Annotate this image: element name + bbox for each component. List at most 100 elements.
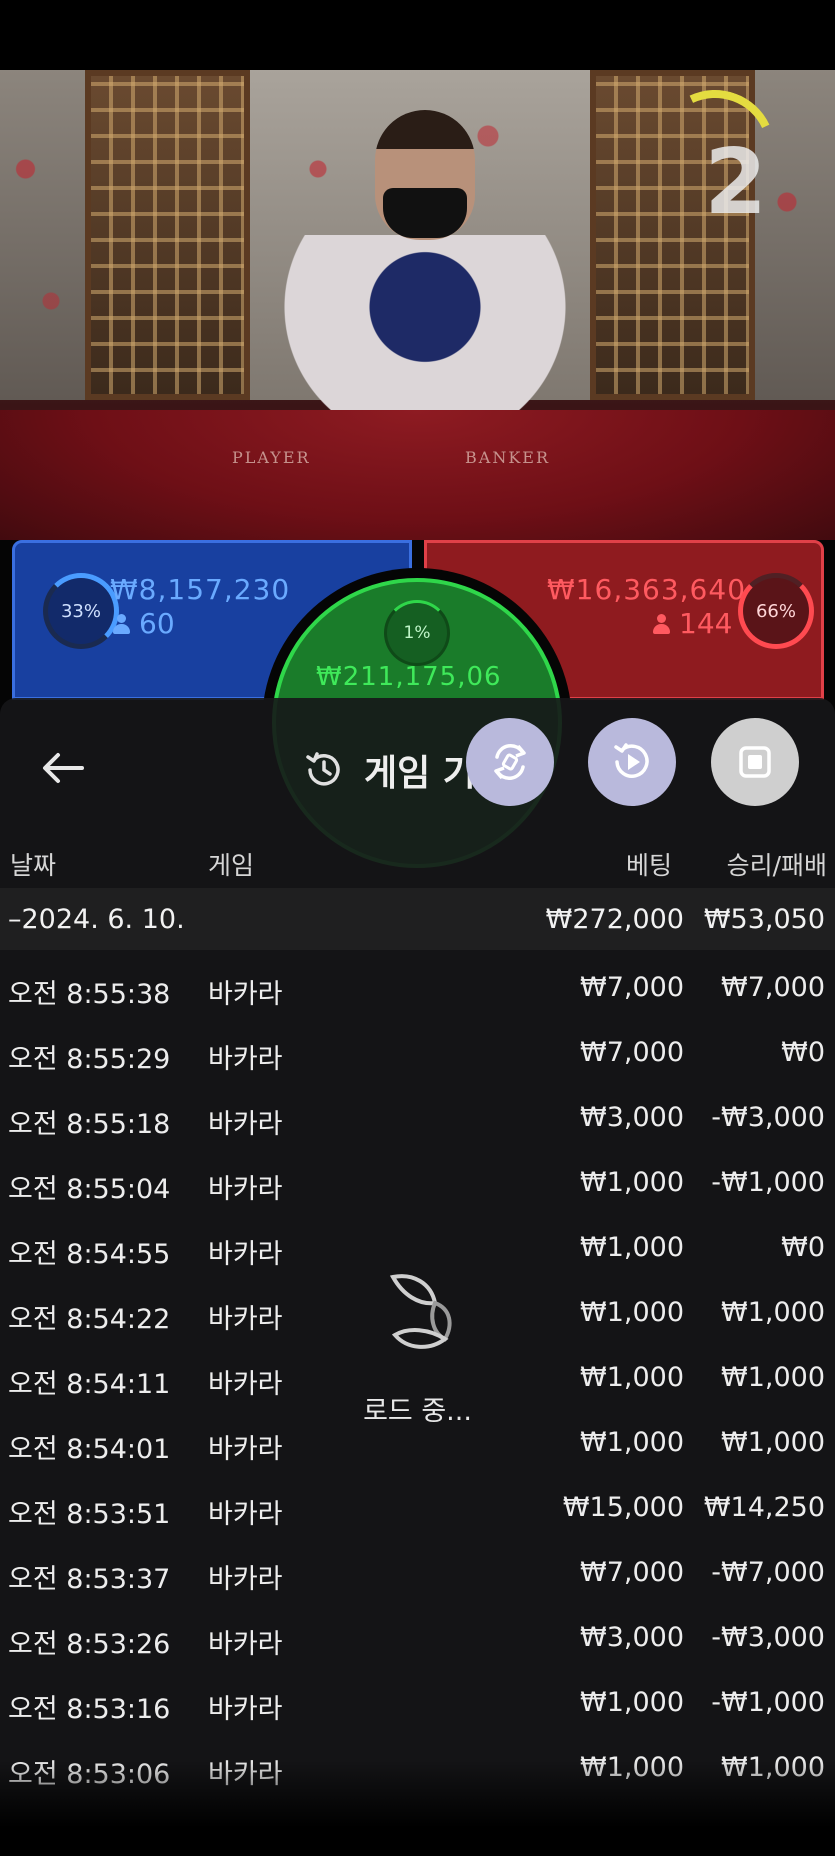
day-total-bet: ₩272,000 [545,904,684,935]
live-video-feed: PLAYER BANKER 2 [0,70,835,550]
row-game: 바카라 [208,1109,283,1140]
person-icon [653,613,670,634]
history-row[interactable]: 오전 8:55:38 바카라 ₩7,000 ₩7,000 [0,950,835,1015]
day-total-win-loss: ₩53,050 [703,904,825,935]
lattice-screen [85,70,250,400]
column-header-game: 게임 [208,851,255,880]
player-total-amount: ₩8,157,230 [110,573,291,606]
column-header-win-loss: 승리/패배 [726,851,827,880]
row-time: 오전 8:54:11 [8,1369,171,1400]
row-win-loss: -₩3,000 [711,1102,825,1133]
row-game: 바카라 [208,1564,283,1595]
row-bet: ₩7,000 [580,1037,684,1068]
sheet-title-text: 게임 기 [364,753,476,794]
row-game: 바카라 [208,1174,283,1205]
row-bet: ₩7,000 [580,1557,684,1588]
row-win-loss: ₩7,000 [721,972,825,1003]
stop-button[interactable] [711,718,799,806]
row-bet: ₩1,000 [580,1687,684,1718]
row-time: 오전 8:53:51 [8,1499,171,1530]
felt-player-label: PLAYER [232,448,311,467]
row-win-loss: ₩0 [781,1232,825,1263]
row-time: 오전 8:53:37 [8,1564,171,1595]
row-win-loss: -₩1,000 [711,1167,825,1198]
replay-button[interactable] [588,718,676,806]
row-time: 오전 8:54:55 [8,1239,171,1270]
history-row[interactable]: 오전 8:53:37 바카라 ₩7,000 -₩7,000 [0,1535,835,1600]
switch-table-button[interactable] [466,718,554,806]
tie-percent-ring: 1% [384,600,450,666]
banker-count-value: 144 [679,607,733,640]
history-row[interactable]: 오전 8:55:29 바카라 ₩7,000 ₩0 [0,1015,835,1080]
player-percent-ring: 33% [43,573,119,649]
row-game: 바카라 [208,979,283,1010]
row-game: 바카라 [208,1044,283,1075]
arrow-left-icon [43,753,84,783]
row-win-loss: -₩7,000 [711,1557,825,1588]
stop-icon [739,746,771,778]
player-count-value: 60 [139,607,175,640]
row-time: 오전 8:54:01 [8,1434,171,1465]
row-win-loss: -₩1,000 [711,1687,825,1718]
row-time: 오전 8:55:18 [8,1109,171,1140]
loading-text: 로드 중... [363,1396,472,1427]
day-summary-row[interactable]: –2024. 6. 10. ₩272,000 ₩53,050 [0,888,835,950]
replay-icon [614,743,649,778]
row-bet: ₩7,000 [580,972,684,1003]
row-time: 오전 8:55:04 [8,1174,171,1205]
column-header-date: 날짜 [10,851,57,880]
tie-total-amount: ₩211,175,06 [316,662,502,692]
row-game: 바카라 [208,1369,283,1400]
row-time: 오전 8:55:29 [8,1044,171,1075]
history-row[interactable]: 오전 8:53:16 바카라 ₩1,000 -₩1,000 [0,1665,835,1730]
row-game: 바카라 [208,1239,283,1270]
player-bettor-count: 60 [113,607,175,640]
round-counter: 2 [704,130,767,235]
day-date: –2024. 6. 10. [8,904,185,935]
sheet-title: 게임 기 [302,744,476,796]
tie-percent: 1% [403,623,431,643]
plum-blossom-painting [0,70,85,400]
history-clock-icon [306,752,340,786]
player-percent: 33% [60,600,101,622]
row-time: 오전 8:55:38 [8,979,171,1010]
swap-rotate-icon [494,744,526,780]
row-bet: ₩15,000 [562,1492,684,1523]
row-win-loss: -₩3,000 [711,1622,825,1653]
row-bet: ₩1,000 [580,1167,684,1198]
history-row[interactable]: 오전 8:55:04 바카라 ₩1,000 -₩1,000 [0,1145,835,1210]
person-icon [113,613,130,634]
row-game: 바카라 [208,1694,283,1725]
row-game: 바카라 [208,1304,283,1335]
row-win-loss: ₩1,000 [721,1362,825,1393]
history-row[interactable]: 오전 8:53:26 바카라 ₩3,000 -₩3,000 [0,1600,835,1665]
row-bet: ₩1,000 [580,1362,684,1393]
spinner-icon [389,1274,452,1349]
banker-percent: 66% [755,600,796,622]
banker-total-amount: ₩16,363,640 [547,573,747,606]
loading-indicator: 로드 중... [355,1265,480,1428]
row-win-loss: ₩14,250 [703,1492,825,1523]
row-win-loss: ₩1,000 [721,1427,825,1458]
baccarat-table-felt [0,410,835,550]
row-game: 바카라 [208,1434,283,1465]
banker-bettor-count: 144 [653,607,732,640]
row-bet: ₩3,000 [580,1622,684,1653]
column-header-bet: 베팅 [625,851,672,880]
row-bet: ₩3,000 [580,1102,684,1133]
row-bet: ₩1,000 [580,1297,684,1328]
row-game: 바카라 [208,1629,283,1660]
banker-percent-ring: 66% [738,573,814,649]
row-win-loss: ₩0 [781,1037,825,1068]
back-button[interactable] [38,748,88,788]
felt-banker-label: BANKER [465,448,550,467]
row-game: 바카라 [208,1499,283,1530]
row-time: 오전 8:53:16 [8,1694,171,1725]
row-bet: ₩1,000 [580,1427,684,1458]
row-time: 오전 8:53:26 [8,1629,171,1660]
row-bet: ₩1,000 [580,1232,684,1263]
bottom-fade [0,1760,835,1856]
history-row[interactable]: 오전 8:55:18 바카라 ₩3,000 -₩3,000 [0,1080,835,1145]
history-row[interactable]: 오전 8:53:51 바카라 ₩15,000 ₩14,250 [0,1470,835,1535]
row-time: 오전 8:54:22 [8,1304,171,1335]
